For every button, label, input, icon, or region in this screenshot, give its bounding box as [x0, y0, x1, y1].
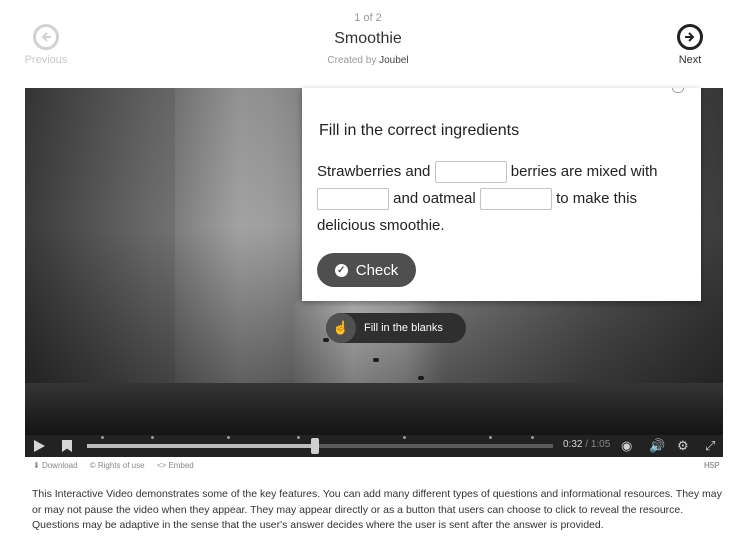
blank-input-2[interactable] — [317, 188, 389, 211]
created-by-prefix: Created by — [327, 55, 377, 66]
creator-line: Created by Joubel — [218, 55, 518, 66]
question-text-part: berries are mixed with — [510, 163, 658, 180]
arrow-left-circle-icon — [33, 24, 59, 50]
next-label: Next — [678, 54, 702, 66]
description-text: This Interactive Video demonstrates some… — [32, 488, 722, 531]
question-text-part: Strawberries and — [317, 163, 431, 180]
volume-icon[interactable]: 🔊 — [649, 438, 665, 454]
total-time: 1:05 — [590, 439, 611, 450]
time-display: 0:32 / 1:05 — [563, 439, 610, 450]
check-circle-icon: ✓ — [334, 263, 348, 277]
time-separator: / — [585, 439, 589, 450]
bookmark-icon[interactable] — [62, 440, 72, 452]
progress-fill — [87, 444, 316, 448]
embed-link[interactable]: <> Embed — [157, 461, 194, 470]
question-text-part: and oatmeal — [393, 190, 476, 207]
question-card: Fill in the correct ingredients Strawber… — [302, 88, 701, 301]
question-text: Strawberries and berries are mixed with … — [317, 158, 687, 239]
fullscreen-icon[interactable]: ⤢ — [705, 438, 715, 454]
progress-thumb[interactable] — [311, 438, 320, 454]
hand-pointer-icon: ☝ — [326, 313, 356, 343]
interaction-marker[interactable] — [101, 436, 104, 439]
progress-bar[interactable] — [87, 436, 553, 454]
blank-input-3[interactable] — [479, 188, 552, 211]
video-controls: 0:32 / 1:05 ◉ 🔊 ⚙ ⤢ — [25, 435, 723, 457]
title-block: 1 of 2 Smoothie Created by Joubel — [218, 12, 518, 66]
interaction-marker[interactable] — [403, 436, 406, 439]
download-label: Download — [41, 461, 78, 470]
interaction-marker[interactable] — [151, 436, 154, 439]
h5p-logo[interactable]: H5P — [704, 461, 720, 470]
download-link[interactable]: ⬇ Download — [33, 461, 78, 470]
interaction-marker[interactable] — [489, 436, 492, 439]
interaction-label-text: Fill in the blanks — [364, 322, 443, 334]
previous-button[interactable]: Previous — [16, 24, 76, 66]
embed-label: Embed — [168, 461, 194, 470]
play-icon[interactable] — [34, 440, 45, 452]
previous-label: Previous — [24, 54, 68, 66]
interaction-marker[interactable] — [531, 436, 534, 439]
gear-icon[interactable]: ⚙ — [677, 438, 689, 454]
interaction-marker[interactable] — [227, 436, 230, 439]
next-button[interactable]: Next — [660, 24, 720, 66]
blank-input-1[interactable] — [434, 161, 507, 184]
page-title: Smoothie — [334, 30, 402, 47]
check-button[interactable]: ✓ Check — [317, 253, 416, 287]
rights-link[interactable]: © Rights of use — [90, 461, 145, 470]
question-heading: Fill in the correct ingredients — [319, 122, 520, 139]
arrow-right-circle-icon — [677, 24, 703, 50]
rights-label: Rights of use — [97, 461, 145, 470]
footer-links: ⬇ Download © Rights of use <> Embed — [33, 461, 204, 470]
interaction-marker[interactable] — [297, 436, 300, 439]
interaction-label-button[interactable]: ☝ Fill in the blanks — [326, 313, 466, 343]
check-label: Check — [355, 261, 399, 279]
creator-name: Joubel — [379, 55, 409, 66]
current-time: 0:32 — [563, 439, 583, 450]
slide-counter: 1 of 2 — [354, 12, 382, 24]
quality-icon[interactable]: ◉ — [621, 438, 632, 454]
navigation-header: Previous 1 of 2 Smoothie Created by Joub… — [0, 0, 736, 88]
